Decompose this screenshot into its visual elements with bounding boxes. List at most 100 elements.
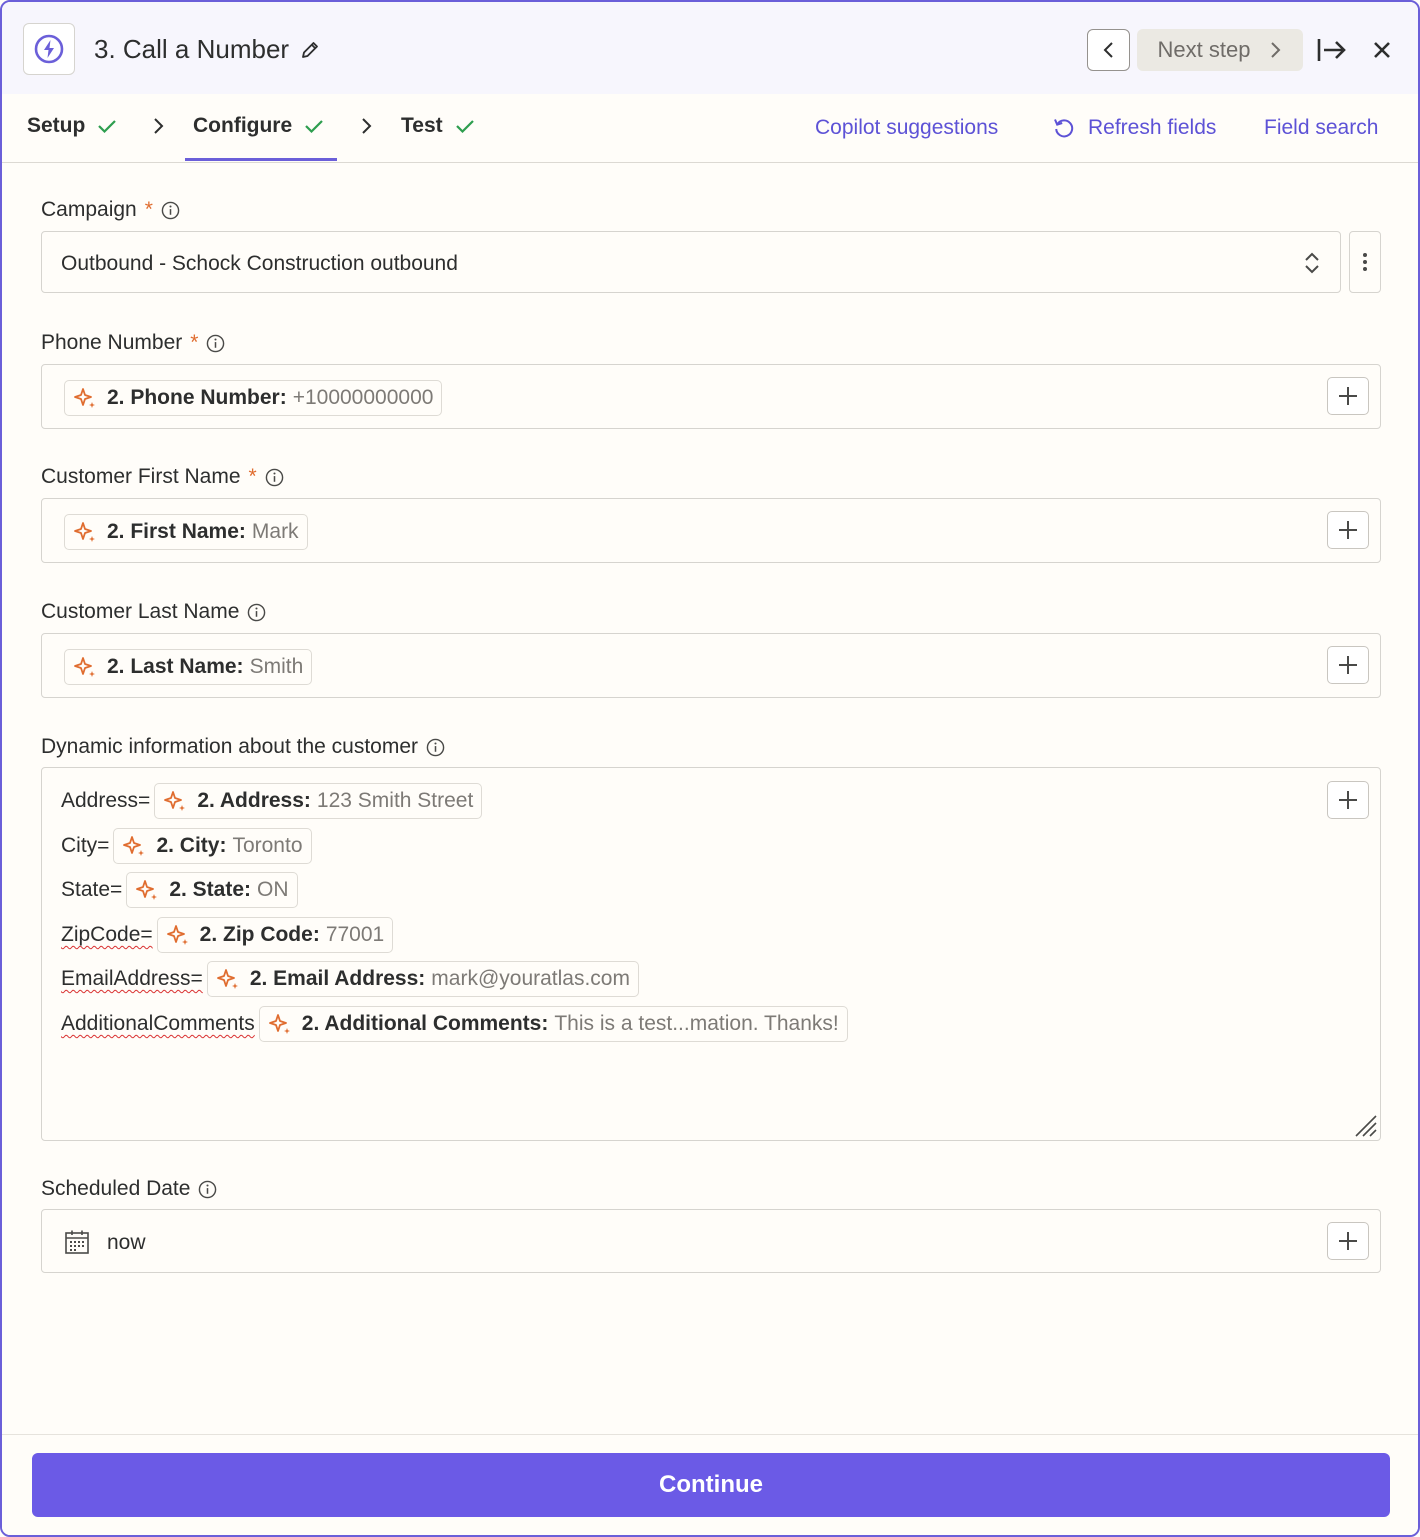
field-search-label: Field search bbox=[1264, 116, 1379, 139]
info-icon[interactable] bbox=[161, 201, 180, 220]
sparkle-icon bbox=[123, 836, 145, 856]
pill-key: 2. Additional Comments: bbox=[301, 1012, 549, 1035]
mapped-field-pill[interactable]: 2. Additional Comments: This is a test..… bbox=[258, 1006, 848, 1042]
refresh-fields-label: Refresh fields bbox=[1088, 116, 1217, 139]
checkmark-icon bbox=[98, 120, 117, 134]
row-prefix: EmailAddress= bbox=[61, 967, 203, 990]
step-title[interactable]: 3. Call a Number bbox=[94, 34, 321, 65]
mapped-field-pill[interactable]: 2. First Name: Mark bbox=[64, 514, 308, 550]
info-icon[interactable] bbox=[206, 334, 225, 353]
pill-value: ON bbox=[257, 878, 289, 901]
next-step-button[interactable]: Next step bbox=[1137, 29, 1303, 71]
scheduled-date-value: now bbox=[107, 1231, 146, 1254]
sparkle-icon bbox=[74, 522, 95, 542]
step-tabs: Setup Configure Test Copilot suggestions… bbox=[2, 94, 1418, 163]
last-name-label: Customer Last Name bbox=[41, 600, 266, 624]
dynamic-row-zipcode: ZipCode= 2. Zip Code: 77001 bbox=[61, 917, 394, 953]
dynamic-info-label-text: Dynamic information about the customer bbox=[41, 735, 419, 758]
pill-value: Toronto bbox=[232, 834, 303, 857]
campaign-label: Campaign * bbox=[41, 198, 180, 222]
pill-value: Smith bbox=[249, 655, 304, 678]
row-prefix: AdditionalComments bbox=[61, 1012, 255, 1035]
arrow-to-right-icon bbox=[1317, 39, 1346, 61]
pill-value: 123 Smith Street bbox=[316, 789, 474, 812]
collapse-panel-button[interactable] bbox=[1312, 32, 1352, 68]
sparkle-icon bbox=[136, 880, 158, 900]
campaign-more-options-button[interactable] bbox=[1349, 231, 1381, 293]
panel-header: 3. Call a Number Next step bbox=[2, 2, 1418, 94]
app-logo bbox=[23, 23, 75, 75]
mapped-field-pill[interactable]: 2. Email Address: mark@youratlas.com bbox=[206, 961, 639, 997]
refresh-fields-link[interactable]: Refresh fields bbox=[1052, 116, 1216, 140]
first-name-label: Customer First Name * bbox=[41, 465, 284, 489]
required-asterisk: * bbox=[144, 198, 153, 221]
mapped-field-pill[interactable]: 2. City: Toronto bbox=[113, 828, 312, 864]
mapped-field-pill[interactable]: 2. Last Name: Smith bbox=[64, 649, 313, 685]
insert-data-button[interactable] bbox=[1327, 511, 1369, 549]
checkmark-icon bbox=[305, 120, 323, 134]
insert-data-button[interactable] bbox=[1327, 377, 1369, 415]
first-name-field[interactable]: 2. First Name: Mark bbox=[41, 498, 1381, 563]
info-icon[interactable] bbox=[198, 1180, 217, 1199]
plus-icon bbox=[1339, 791, 1357, 809]
tab-label: Configure bbox=[193, 114, 293, 137]
calendar-icon bbox=[65, 1230, 89, 1254]
close-icon bbox=[1374, 42, 1390, 58]
sparkle-icon bbox=[216, 969, 238, 989]
mapped-field-pill[interactable]: 2. Zip Code: 77001 bbox=[156, 917, 394, 953]
select-arrows-icon bbox=[1305, 252, 1319, 274]
pill-key: 2. First Name: bbox=[107, 520, 246, 543]
chevron-right-icon bbox=[362, 118, 372, 134]
phone-number-field[interactable]: 2. Phone Number: +10000000000 bbox=[41, 364, 1381, 429]
panel-footer: Continue bbox=[2, 1434, 1418, 1535]
dynamic-row-email: EmailAddress= 2. Email Address: mark@you… bbox=[61, 961, 639, 997]
info-icon[interactable] bbox=[247, 603, 266, 622]
dynamic-info-textarea[interactable]: Address= 2. Address: 123 Smith Street Ci… bbox=[41, 767, 1381, 1141]
pill-key: 2. City: bbox=[156, 834, 227, 857]
campaign-label-text: Campaign bbox=[41, 198, 137, 221]
first-name-label-text: Customer First Name bbox=[41, 465, 241, 488]
dynamic-row-state: State= 2. State: ON bbox=[61, 872, 298, 908]
tab-configure[interactable]: Configure bbox=[193, 114, 324, 138]
previous-step-button[interactable] bbox=[1087, 29, 1130, 71]
info-icon[interactable] bbox=[265, 468, 284, 487]
tab-test[interactable]: Test bbox=[401, 114, 475, 138]
last-name-field[interactable]: 2. Last Name: Smith bbox=[41, 633, 1381, 698]
info-icon[interactable] bbox=[426, 738, 445, 757]
plus-icon bbox=[1339, 656, 1357, 674]
close-button[interactable] bbox=[1364, 32, 1400, 68]
pencil-icon[interactable] bbox=[299, 39, 321, 61]
sparkle-icon bbox=[164, 791, 186, 811]
insert-data-button[interactable] bbox=[1327, 781, 1369, 819]
mapped-field-pill[interactable]: 2. State: ON bbox=[126, 872, 298, 908]
checkmark-icon bbox=[455, 120, 474, 134]
continue-button[interactable]: Continue bbox=[32, 1453, 1390, 1517]
dynamic-row-city: City= 2. City: Toronto bbox=[61, 828, 312, 864]
insert-data-button[interactable] bbox=[1327, 646, 1369, 684]
row-prefix: State= bbox=[61, 878, 123, 901]
campaign-select[interactable]: Outbound - Schock Construction outbound bbox=[41, 231, 1341, 293]
sparkle-icon bbox=[166, 925, 188, 945]
chevron-left-icon bbox=[1103, 42, 1113, 58]
required-asterisk: * bbox=[190, 331, 199, 354]
tab-setup[interactable]: Setup bbox=[27, 114, 117, 138]
next-step-label: Next step bbox=[1157, 37, 1251, 62]
lightning-bolt-icon bbox=[34, 34, 64, 64]
resize-handle-icon[interactable] bbox=[1352, 1112, 1378, 1138]
mapped-field-pill[interactable]: 2. Phone Number: +10000000000 bbox=[64, 380, 443, 416]
pill-key: 2. Email Address: bbox=[249, 967, 426, 990]
scheduled-date-label: Scheduled Date bbox=[41, 1177, 217, 1201]
copilot-suggestions-link[interactable]: Copilot suggestions bbox=[815, 116, 998, 140]
dynamic-row-comments: AdditionalComments 2. Additional Comment… bbox=[61, 1006, 848, 1042]
insert-data-button[interactable] bbox=[1327, 1222, 1369, 1260]
row-prefix: ZipCode= bbox=[61, 923, 153, 946]
mapped-field-pill[interactable]: 2. Address: 123 Smith Street bbox=[154, 783, 483, 819]
scheduled-date-field[interactable]: now bbox=[41, 1209, 1381, 1273]
copilot-suggestions-label: Copilot suggestions bbox=[815, 116, 999, 139]
tab-label: Test bbox=[401, 114, 443, 137]
chevron-right-icon bbox=[1271, 42, 1281, 58]
plus-icon bbox=[1339, 1232, 1357, 1250]
pill-key: 2. State: bbox=[169, 878, 252, 901]
field-search-link[interactable]: Field search bbox=[1264, 116, 1378, 140]
dynamic-row-address: Address= 2. Address: 123 Smith Street bbox=[61, 783, 483, 819]
